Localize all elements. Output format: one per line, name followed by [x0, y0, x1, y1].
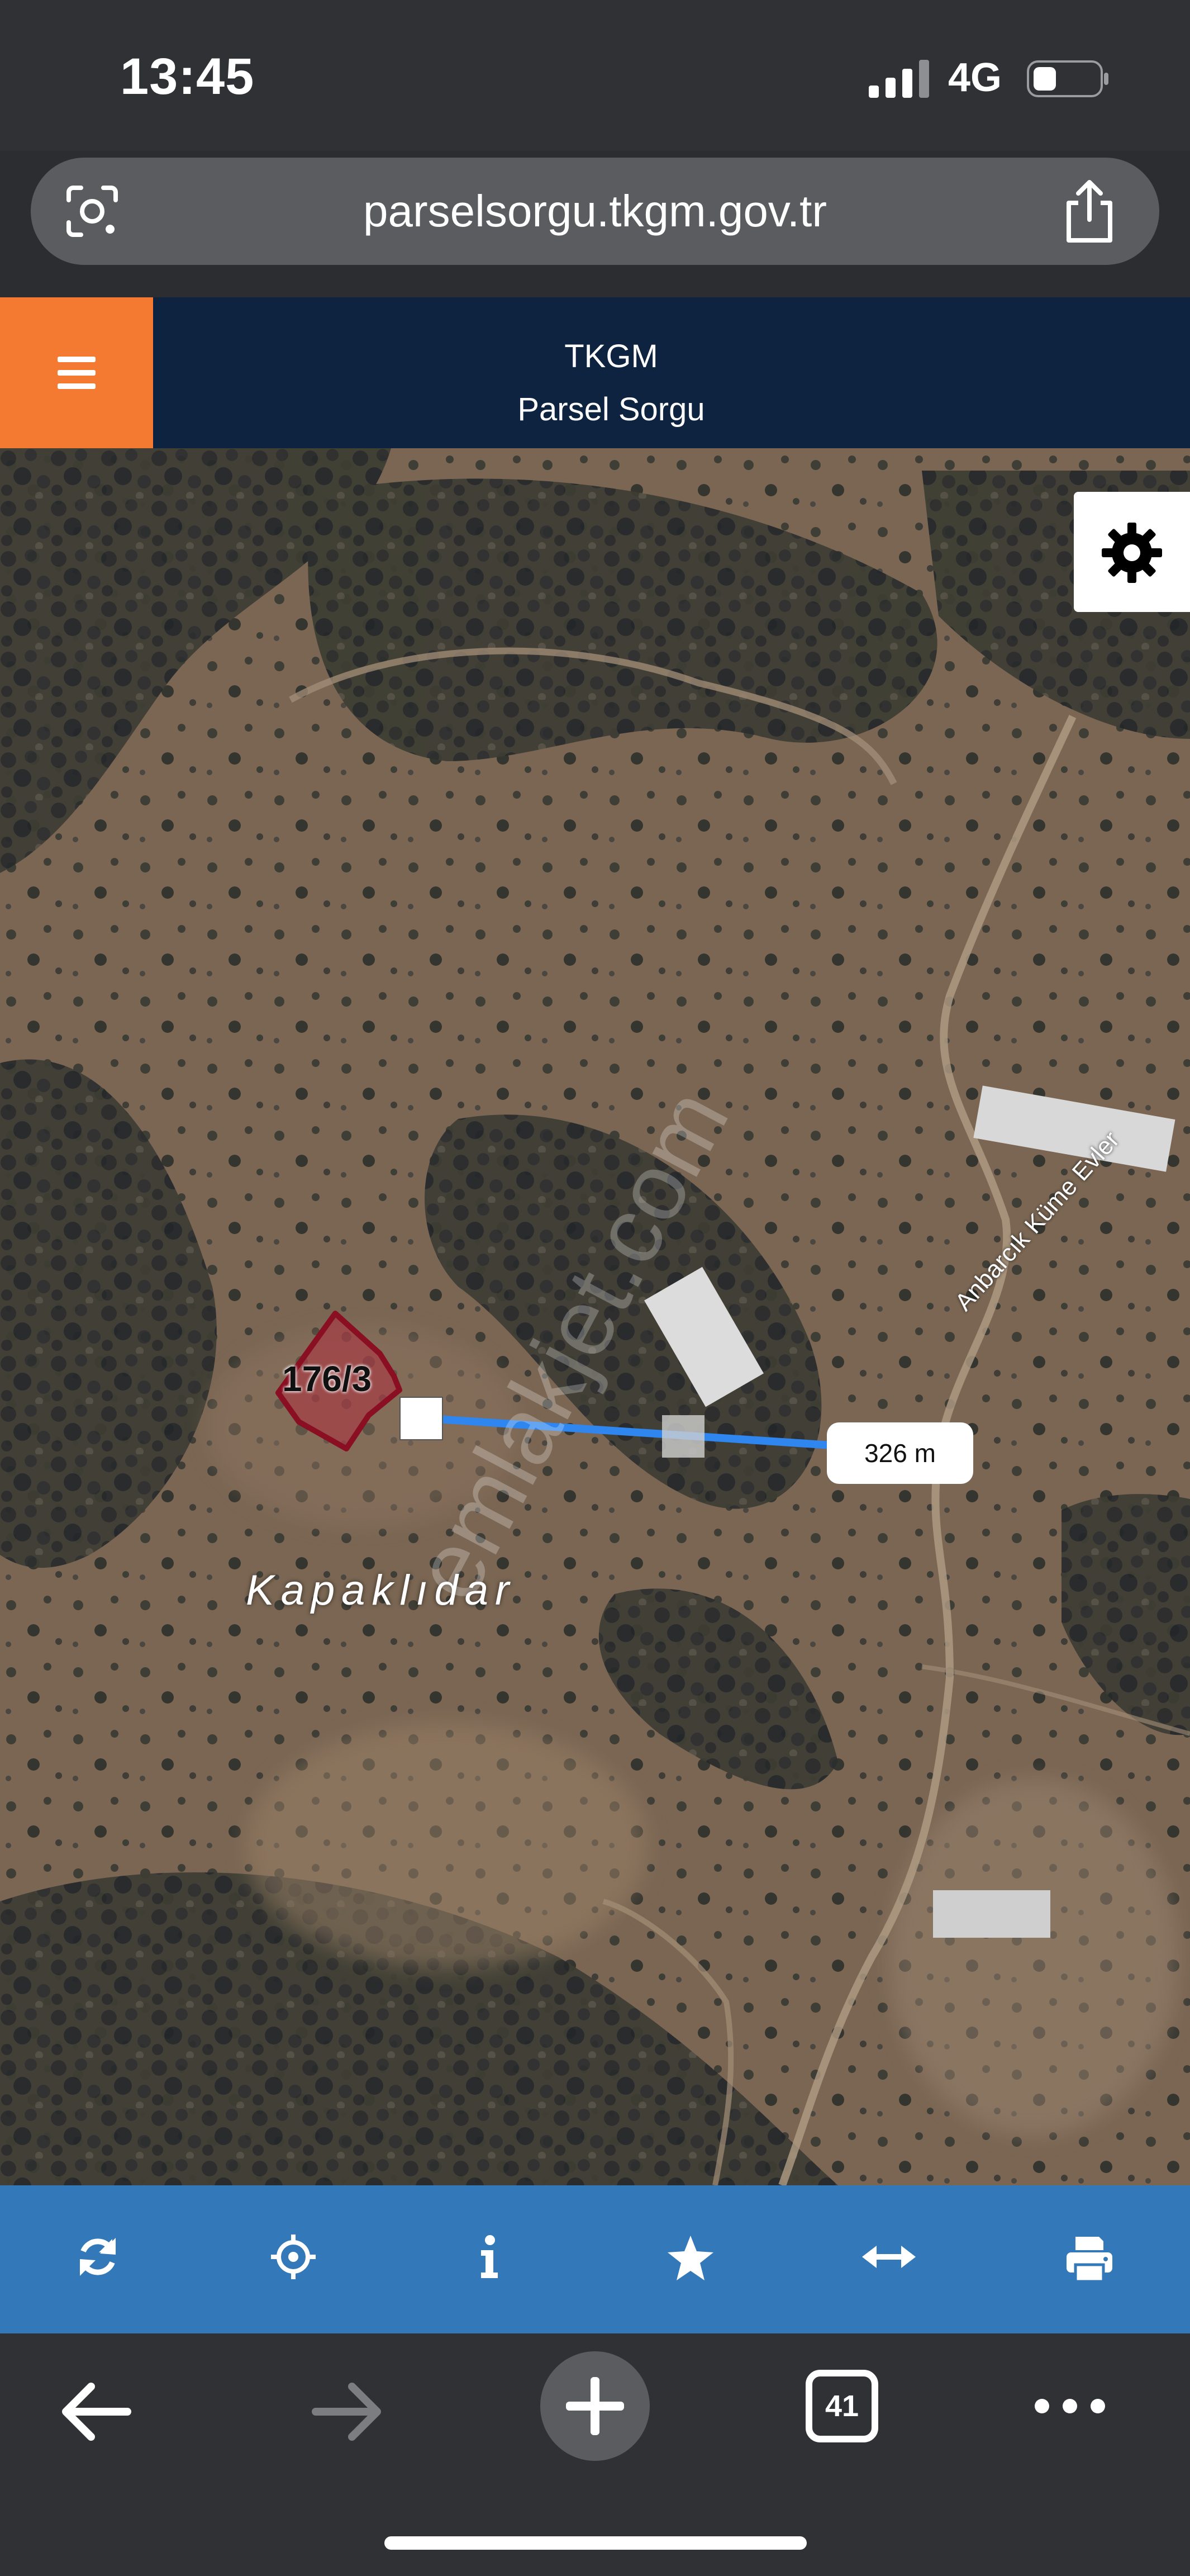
tabs-icon[interactable]: 41	[806, 2370, 878, 2442]
new-tab-plus-icon[interactable]	[539, 2350, 651, 2462]
url-text[interactable]: parselsorgu.tkgm.gov.tr	[31, 158, 1159, 265]
back-arrow-icon[interactable]	[60, 2381, 133, 2442]
print-icon[interactable]	[992, 2185, 1190, 2333]
info-icon[interactable]	[397, 2185, 595, 2333]
cellular-signal-icon	[869, 60, 929, 98]
status-time: 13:45	[120, 48, 255, 105]
locate-icon[interactable]	[198, 2185, 397, 2333]
satellite-map[interactable]: Anbarcık Küme Evler Kapaklıdar 176/3 326…	[0, 448, 1190, 2185]
network-type: 4G	[948, 55, 1002, 100]
app-header: TKGM Parsel Sorgu	[0, 297, 1190, 448]
measure-icon[interactable]	[793, 2185, 992, 2333]
forward-arrow-icon[interactable]	[310, 2381, 383, 2442]
distance-label: 326 m	[827, 1422, 973, 1484]
parcel-label[interactable]: 176/3	[282, 1358, 372, 1400]
favorite-star-icon[interactable]	[595, 2185, 793, 2333]
status-bar: 13:45 4G	[0, 0, 1190, 151]
refresh-icon[interactable]	[0, 2185, 198, 2333]
hamburger-menu-icon[interactable]	[0, 297, 153, 448]
gear-icon[interactable]	[1074, 492, 1190, 612]
app-subtitle: Parsel Sorgu	[517, 391, 705, 428]
share-icon[interactable]	[1059, 178, 1120, 245]
map-toolbar	[0, 2185, 1190, 2333]
home-indicator	[384, 2536, 807, 2550]
battery-icon	[1027, 60, 1108, 97]
app-title: TKGM	[564, 338, 658, 374]
more-icon[interactable]	[1034, 2395, 1106, 2417]
address-bar[interactable]: parselsorgu.tkgm.gov.tr	[31, 158, 1159, 265]
